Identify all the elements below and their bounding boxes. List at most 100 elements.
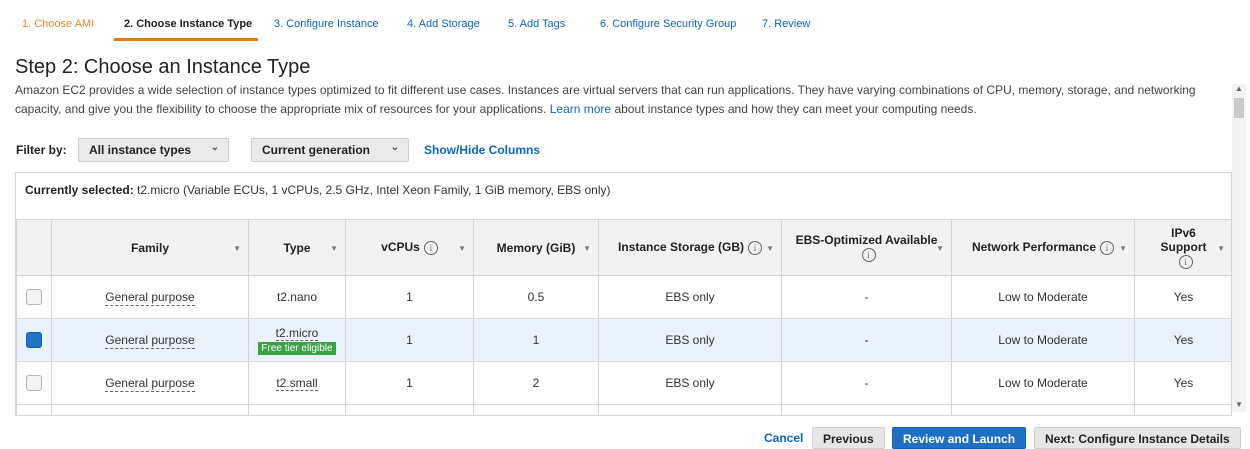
sort-icon[interactable]: ▼ [583,244,591,253]
sort-icon[interactable]: ▼ [458,244,466,253]
type-value: t2.micro [275,325,319,341]
sort-icon[interactable]: ▼ [233,244,241,253]
sort-icon[interactable]: ▼ [766,244,774,253]
type-cell: t2.nano [248,275,346,319]
column-header-ebs-optimized[interactable]: EBS-Optimized Available i ▼ [781,219,952,276]
row-select-cell[interactable] [16,318,52,362]
previous-button[interactable]: Previous [812,427,885,449]
header-label: Family [130,240,169,255]
page-title: Step 2: Choose an Instance Type [15,56,311,78]
sort-icon[interactable]: ▼ [1119,244,1127,253]
scroll-up-icon[interactable]: ▲ [1235,84,1243,93]
table-row[interactable]: General purpose t2.small 1 2 EBS only - … [16,361,1231,405]
column-header-type[interactable]: Type ▼ [248,219,346,276]
chevron-down-icon: ⌄ [210,142,219,153]
column-header-network-performance[interactable]: Network Performance i ▼ [951,219,1135,276]
step-add-tags[interactable]: 5. Add Tags [508,18,565,30]
show-hide-columns-link[interactable]: Show/Hide Columns [424,143,540,157]
info-icon[interactable]: i [423,241,438,255]
review-and-launch-button[interactable]: Review and Launch [892,427,1027,449]
column-header-vcpus[interactable]: vCPUs i ▼ [345,219,474,276]
scroll-down-icon[interactable]: ▼ [1235,400,1243,409]
family-link[interactable]: General purpose [105,376,195,392]
ebs-cell: - [781,275,952,319]
info-icon[interactable]: i [861,248,876,262]
header-label: IPv6 [1171,226,1196,240]
generation-filter-value: Current generation [262,143,371,157]
column-header-memory[interactable]: Memory (GiB) ▼ [473,219,599,276]
active-step-indicator [114,38,258,41]
learn-more-link[interactable]: Learn more [550,102,611,116]
table-header-row: Family ▼ Type ▼ vCPUs i ▼ Memory (GiB) ▼ Inst… [16,219,1231,276]
empty-cell [248,404,346,415]
step-choose-ami[interactable]: 1. Choose AMI [22,18,94,30]
column-header-ipv6-support[interactable]: IPv6 Support i ▼ [1134,219,1231,276]
family-cell: General purpose [51,318,249,362]
description-text-end: about instance types and how they can me… [611,102,977,116]
generation-filter[interactable]: Current generation ⌄ [251,138,409,162]
currently-selected-value: t2.micro (Variable ECUs, 1 vCPUs, 2.5 GH… [137,183,611,197]
page-description: Amazon EC2 provides a wide selection of … [15,81,1205,119]
step-configure-instance[interactable]: 3. Configure Instance [274,18,379,30]
empty-cell [598,404,782,415]
storage-cell: EBS only [598,361,782,405]
header-label: EBS-Optimized Available [795,233,938,247]
vcpus-cell: 1 [345,361,474,405]
instance-types-table: Family ▼ Type ▼ vCPUs i ▼ Memory (GiB) ▼ Inst… [16,219,1231,415]
ipv6-cell: Yes [1134,275,1231,319]
ipv6-cell: Yes [1134,361,1231,405]
sort-icon[interactable]: ▼ [330,244,338,253]
empty-cell [951,404,1135,415]
filter-label: Filter by: [16,143,67,157]
ebs-cell: - [781,318,952,362]
row-checkbox[interactable] [26,375,42,391]
empty-cell [473,404,599,415]
storage-cell: EBS only [598,275,782,319]
sort-icon[interactable]: ▼ [1217,244,1225,253]
info-icon[interactable]: i [1100,241,1115,255]
scroll-thumb[interactable] [1234,98,1244,118]
table-row-partial[interactable] [16,404,1231,415]
family-cell: General purpose [51,275,249,319]
instance-type-filter-value: All instance types [89,143,192,157]
table-row-selected[interactable]: General purpose t2.micro Free tier eligib… [16,318,1231,362]
memory-cell: 1 [473,318,599,362]
header-label: Instance Storage (GB) [617,240,745,254]
next-configure-instance-details-button[interactable]: Next: Configure Instance Details [1034,427,1241,449]
type-value: t2.small [276,376,318,391]
network-cell: Low to Moderate [951,318,1135,362]
row-select-cell[interactable] [16,404,52,415]
family-link[interactable]: General purpose [105,290,195,306]
cancel-button[interactable]: Cancel [754,427,813,449]
wizard-steps: 1. Choose AMI 2. Choose Instance Type 3.… [0,0,1250,44]
column-header-family[interactable]: Family ▼ [51,219,249,276]
empty-cell [1134,404,1231,415]
step-add-storage[interactable]: 4. Add Storage [407,18,480,30]
info-icon[interactable]: i [748,241,763,255]
network-cell: Low to Moderate [951,275,1135,319]
table-row[interactable]: General purpose t2.nano 1 0.5 EBS only -… [16,275,1231,319]
family-link[interactable]: General purpose [105,333,195,349]
row-checkbox[interactable] [26,289,42,305]
row-checkbox-checked[interactable] [26,332,42,348]
info-icon[interactable]: i [1178,255,1193,269]
empty-cell [51,404,249,415]
step-configure-security-group[interactable]: 6. Configure Security Group [600,18,736,30]
memory-cell: 2 [473,361,599,405]
header-label: Network Performance [971,240,1097,254]
page-scrollbar[interactable]: ▲ ▼ [1232,84,1246,412]
type-cell: t2.small [248,361,346,405]
row-select-cell[interactable] [16,275,52,319]
row-select-cell[interactable] [16,361,52,405]
header-label: vCPUs [381,240,420,254]
type-value: t2.nano [276,290,318,304]
sort-icon[interactable]: ▼ [936,244,944,253]
vcpus-cell: 1 [345,318,474,362]
instance-type-filter[interactable]: All instance types ⌄ [78,138,229,162]
storage-cell: EBS only [598,318,782,362]
header-label: Type [283,240,311,255]
step-choose-instance-type[interactable]: 2. Choose Instance Type [124,18,252,30]
step-review[interactable]: 7. Review [762,18,810,30]
type-cell: t2.micro Free tier eligible [248,318,346,362]
column-header-instance-storage[interactable]: Instance Storage (GB) i ▼ [598,219,782,276]
